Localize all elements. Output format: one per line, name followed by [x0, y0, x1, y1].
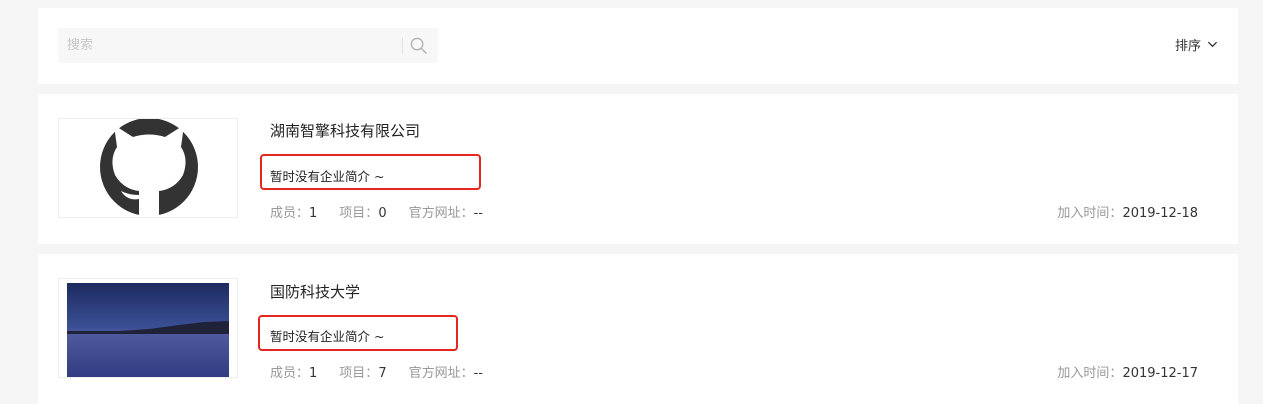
search-input[interactable] [58, 28, 398, 63]
website-value: -- [473, 206, 483, 221]
projects-count: 7 [378, 366, 387, 381]
members-label: 成员： [270, 206, 310, 221]
sort-dropdown[interactable]: 排序 [1174, 35, 1218, 54]
toolbar: 排序 [38, 8, 1238, 84]
search-divider [402, 37, 403, 54]
search-box [58, 28, 438, 63]
highlight-box [258, 315, 458, 351]
members-count: 1 [309, 206, 318, 221]
org-joined: 加入时间： 2019-12-18 [1057, 202, 1198, 221]
projects-count: 0 [378, 206, 387, 221]
org-name[interactable]: 湖南智擎科技有限公司 [270, 121, 420, 141]
org-logo[interactable] [58, 118, 238, 218]
website-label: 官方网址： [408, 366, 474, 381]
projects-label: 项目： [339, 206, 379, 221]
org-logo[interactable] [58, 278, 238, 378]
org-name[interactable]: 国防科技大学 [270, 282, 360, 302]
joined-label: 加入时间： [1057, 366, 1123, 381]
joined-date: 2019-12-17 [1122, 366, 1198, 381]
joined-date: 2019-12-18 [1122, 206, 1198, 221]
org-joined: 加入时间： 2019-12-17 [1057, 362, 1198, 381]
org-card[interactable]: 湖南智擎科技有限公司 暂时没有企业简介 ~ 成员： 1 项目： 0 官方网址： … [38, 94, 1238, 244]
search-icon[interactable] [409, 36, 428, 55]
org-meta: 成员： 1 项目： 7 官方网址： -- [270, 362, 505, 381]
sort-label: 排序 [1174, 38, 1201, 54]
github-octocat-icon [100, 119, 198, 216]
members-label: 成员： [270, 366, 310, 381]
members-count: 1 [309, 366, 318, 381]
snowfield-twilight-photo [67, 283, 229, 377]
website-value: -- [473, 366, 483, 381]
projects-label: 项目： [339, 366, 379, 381]
website-label: 官方网址： [408, 206, 474, 221]
joined-label: 加入时间： [1057, 206, 1123, 221]
chevron-down-icon [1207, 41, 1218, 47]
highlight-box [260, 154, 481, 190]
org-card[interactable]: 国防科技大学 暂时没有企业简介 ~ 成员： 1 项目： 7 官方网址： -- 加… [38, 254, 1238, 404]
org-meta: 成员： 1 项目： 0 官方网址： -- [270, 202, 505, 221]
